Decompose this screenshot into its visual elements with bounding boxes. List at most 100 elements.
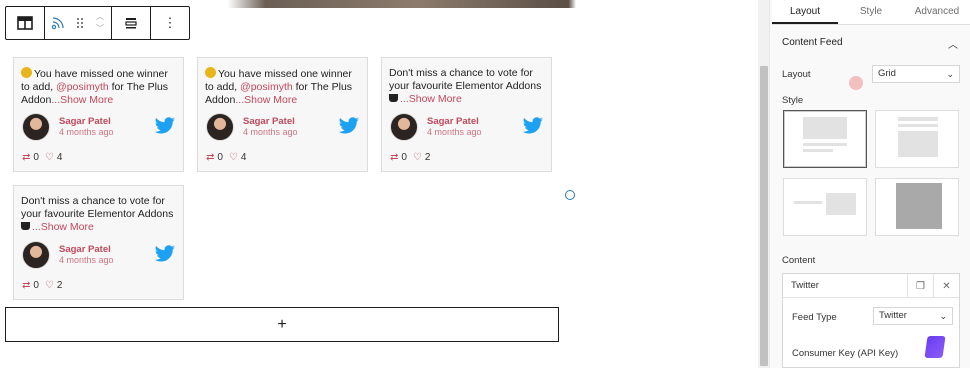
feed-type-select-value: Twitter (879, 310, 907, 321)
author-meta: Sagar Patel 4 months ago (427, 116, 482, 138)
consumer-key-label: Consumer Key (API Key) (792, 348, 899, 359)
author-name[interactable]: Sagar Patel (59, 244, 114, 255)
feed-type-select[interactable]: Twitter ⌄ (873, 307, 953, 325)
heart-icon: ♡ (44, 280, 54, 291)
twitter-item-header[interactable]: Twitter ❐ ✕ (783, 274, 959, 298)
heart-icon: ♡ (412, 152, 422, 163)
show-more-link[interactable]: ...Show More (51, 94, 113, 106)
retweet-count: 0 (401, 152, 407, 163)
content-feed-section-title[interactable]: Content Feed (782, 37, 843, 48)
avatar[interactable] (22, 241, 50, 269)
loading-spinner-icon (565, 190, 575, 200)
layout-select-value: Grid (878, 68, 896, 79)
rss-icon (51, 17, 64, 30)
tab-style[interactable]: Style (838, 0, 904, 24)
close-icon[interactable]: ✕ (933, 274, 959, 298)
avatar[interactable] (390, 113, 418, 141)
style-label: Style (782, 95, 804, 106)
layout-select[interactable]: Grid ⌄ (872, 65, 960, 83)
tweet-mention[interactable]: @posimyth (56, 81, 109, 93)
more-options-button[interactable]: ⋮ (153, 7, 187, 39)
author-meta: Sagar Patel 4 months ago (59, 244, 114, 266)
style-option-1[interactable] (783, 110, 867, 168)
style-option-4[interactable] (875, 178, 959, 236)
tweet-mention[interactable]: @posimyth (240, 81, 293, 93)
retweet-stat[interactable]: ⇄ 0 (390, 152, 407, 163)
retweet-stat[interactable]: ⇄ 0 (22, 152, 39, 163)
cup-icon (21, 222, 30, 230)
twitter-bird-icon[interactable] (338, 117, 360, 135)
tweet-card: You have missed one winner to add, @posi… (13, 57, 184, 172)
show-more-link[interactable]: ...Show More (235, 94, 297, 106)
tweet-text: You have missed one winner to add, @posi… (21, 67, 176, 107)
like-stat[interactable]: ♡ 2 (413, 152, 431, 163)
author-meta: Sagar Patel 4 months ago (59, 116, 114, 138)
mouse-cursor-highlight (849, 76, 863, 90)
chevron-down-icon: ⌄ (939, 311, 947, 321)
tab-layout[interactable]: Layout (772, 0, 838, 24)
author-name[interactable]: Sagar Patel (427, 116, 482, 127)
retweet-stat[interactable]: ⇄ 0 (206, 152, 223, 163)
sidebar-scrollbar[interactable] (758, 0, 770, 368)
twitter-bird-icon[interactable] (522, 117, 544, 135)
show-more-link[interactable]: ...Show More (400, 93, 462, 105)
twitter-bird-icon[interactable] (154, 117, 176, 135)
editor-page: ︿ ﹀ ⋮ You have missed one winner to add,… (0, 0, 970, 368)
like-stat[interactable]: ♡ 4 (45, 152, 63, 163)
layout-label: Layout (782, 69, 811, 80)
tweet-card: Don't miss a chance to vote for your fav… (381, 57, 552, 172)
sidebar-tabs: Layout Style Advanced (772, 0, 970, 25)
tweet-author: Sagar Patel 4 months ago (206, 113, 298, 141)
retweet-icon: ⇄ (22, 152, 31, 163)
avatar[interactable] (206, 113, 234, 141)
show-more-link[interactable]: ...Show More (32, 221, 94, 233)
chevron-down-icon: ⌄ (946, 69, 954, 79)
block-type-group (6, 7, 45, 39)
block-type-button[interactable] (8, 7, 42, 39)
add-block-button[interactable]: + (5, 307, 559, 342)
align-wide-icon (125, 18, 137, 29)
cup-icon (389, 94, 398, 102)
tweet-text-body: Don't miss a chance to vote for your fav… (389, 67, 542, 92)
retweet-stat[interactable]: ⇄ 0 (22, 280, 39, 291)
tweet-time: 4 months ago (243, 127, 298, 137)
like-count: 4 (240, 152, 247, 163)
style-option-3[interactable] (783, 178, 867, 236)
tweet-stats: ⇄ 0 ♡ 4 (22, 152, 62, 163)
drag-handle[interactable] (69, 7, 91, 39)
twitter-bird-icon[interactable] (154, 245, 176, 263)
block-toolbar: ︿ ﹀ ⋮ (5, 6, 190, 40)
feed-block-button[interactable] (47, 7, 69, 39)
avatar[interactable] (22, 113, 50, 141)
tweet-time: 4 months ago (59, 255, 114, 265)
scrollbar-thumb[interactable] (760, 66, 768, 366)
thinking-face-icon (205, 67, 216, 78)
chevron-up-icon[interactable]: ︿ (948, 36, 958, 51)
tweet-card: Don't miss a chance to vote for your fav… (13, 185, 184, 300)
thinking-face-icon (21, 67, 32, 78)
tweet-stats: ⇄ 0 ♡ 2 (390, 152, 430, 163)
retweet-icon: ⇄ (22, 280, 31, 291)
style-option-2[interactable] (875, 110, 959, 168)
drag-dots-icon (77, 18, 83, 28)
tweet-time: 4 months ago (427, 127, 482, 137)
like-stat[interactable]: ♡ 2 (45, 280, 63, 291)
tweet-text-body: Don't miss a chance to vote for your fav… (21, 195, 174, 220)
like-count: 2 (424, 152, 431, 163)
duplicate-icon[interactable]: ❐ (907, 274, 933, 298)
like-stat[interactable]: ♡ 4 (229, 152, 247, 163)
chevron-down-icon[interactable]: ﹀ (96, 23, 104, 35)
tweet-card: You have missed one winner to add, @posi… (197, 57, 368, 172)
alignment-group (112, 7, 151, 39)
author-name[interactable]: Sagar Patel (243, 116, 298, 127)
chevron-up-icon[interactable]: ︿ (96, 11, 104, 23)
author-meta: Sagar Patel 4 months ago (243, 116, 298, 138)
retweet-count: 0 (33, 280, 39, 291)
author-name[interactable]: Sagar Patel (59, 116, 114, 127)
block-movers: ︿ ﹀ (91, 7, 109, 39)
align-button[interactable] (114, 7, 148, 39)
tab-advanced[interactable]: Advanced (904, 0, 970, 24)
like-count: 2 (56, 280, 63, 291)
tweet-stats: ⇄ 0 ♡ 4 (206, 152, 246, 163)
tweet-author: Sagar Patel 4 months ago (22, 113, 114, 141)
